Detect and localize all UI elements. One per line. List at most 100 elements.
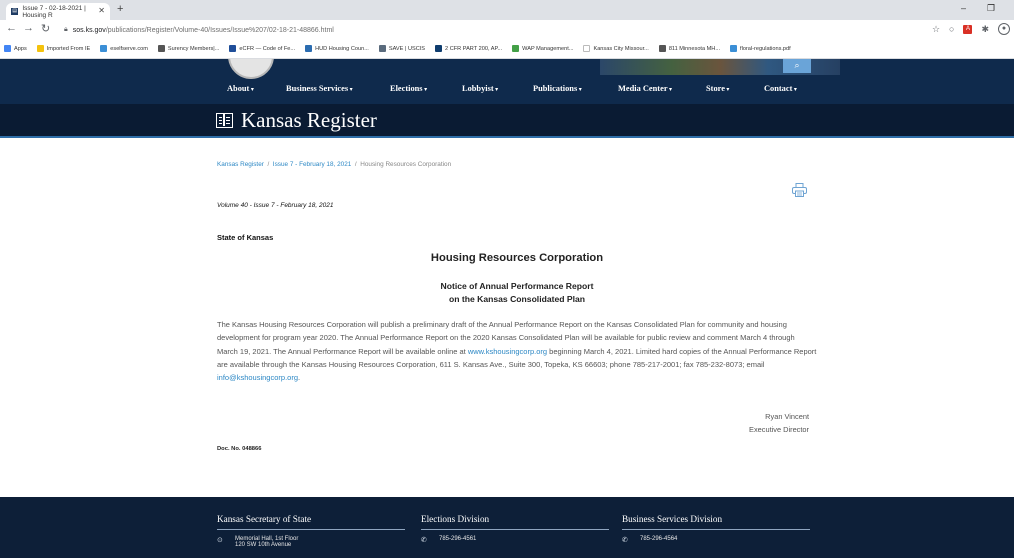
site-icon bbox=[100, 45, 108, 52]
folder-icon bbox=[36, 45, 44, 52]
hud-icon bbox=[305, 45, 313, 52]
back-arrow-icon[interactable]: ← bbox=[6, 22, 17, 34]
forward-arrow-icon[interactable]: → bbox=[23, 22, 34, 34]
site-title: Kansas Register bbox=[241, 108, 377, 132]
state-heading: State of Kansas bbox=[217, 233, 274, 242]
footer-column-business: Business Services Division ✆ 785-296-456… bbox=[622, 514, 810, 544]
menu-item-lobbyist[interactable]: Lobbyist bbox=[462, 84, 498, 93]
globe-icon bbox=[157, 45, 165, 52]
footer-phone[interactable]: ✆ 785-296-4564 bbox=[622, 536, 810, 544]
bookmark-item[interactable]: 811 Minnesota MH... bbox=[658, 45, 721, 52]
bookmark-label: 811 Minnesota MH... bbox=[668, 45, 721, 52]
bookmark-item[interactable]: Imported From IE bbox=[36, 45, 91, 52]
bookmark-item[interactable]: eselfserve.com bbox=[100, 45, 148, 52]
book-open-icon bbox=[216, 113, 233, 128]
bookmark-label: Surency Members|... bbox=[167, 45, 220, 52]
kansas-seal-logo[interactable] bbox=[228, 59, 274, 79]
cfr-icon bbox=[435, 45, 443, 52]
url-domain: sos.ks.gov bbox=[72, 26, 106, 34]
bookmark-label: Apps bbox=[14, 45, 27, 52]
footer-address: ⊙ Memorial Hall, 1st Floor 120 SW 10th A… bbox=[217, 536, 299, 548]
browser-tab-active[interactable]: ▤ Issue 7 - 02-18-2021 | Housing R ✕ bbox=[6, 3, 110, 20]
breadcrumb-separator: / bbox=[354, 161, 357, 168]
bookmark-item[interactable]: Apps bbox=[4, 45, 27, 52]
bookmark-label: HUD Housing Coun... bbox=[315, 45, 369, 52]
lock-icon: 🔒︎ bbox=[64, 26, 68, 33]
browser-address-bar: ← → ↻ 🔒︎ sos.ks.gov/publications/Registe… bbox=[0, 20, 1014, 39]
notice-body: The Kansas Housing Resources Corporation… bbox=[217, 318, 817, 384]
profile-avatar-icon[interactable]: ● bbox=[998, 23, 1010, 35]
menu-item-contact[interactable]: Contact bbox=[764, 84, 797, 93]
breadcrumb-current: Housing Resources Corporation bbox=[360, 161, 452, 168]
menu-item-publications[interactable]: Publications bbox=[533, 84, 582, 93]
main-menu: About Business Services Elections Lobbyist P… bbox=[0, 84, 1014, 102]
bookmark-label: Imported From IE bbox=[46, 45, 91, 52]
pdf-globe-icon bbox=[730, 45, 738, 52]
breadcrumb: Kansas Register / Issue 7 - February 18,… bbox=[217, 161, 451, 168]
breadcrumb-kansas-register[interactable]: Kansas Register bbox=[217, 161, 264, 168]
menu-item-store[interactable]: Store bbox=[706, 84, 729, 93]
signature-block: Ryan Vincent Executive Director bbox=[749, 410, 809, 436]
footer-column-elections: Elections Division ✆ 785-296-4561 bbox=[421, 514, 609, 544]
document-number: Doc. No. 048866 bbox=[217, 446, 262, 452]
extension-circle-icon[interactable]: ○ bbox=[949, 24, 954, 34]
restore-window-icon[interactable]: ❐ bbox=[987, 3, 995, 14]
bookmark-label: WAP Management... bbox=[522, 45, 574, 52]
browser-tab-strip: ▤ Issue 7 - 02-18-2021 | Housing R ✕ + –… bbox=[0, 0, 1014, 20]
notice-body-part3: . bbox=[298, 373, 301, 383]
footer-heading: Kansas Secretary of State bbox=[217, 514, 405, 530]
print-icon[interactable] bbox=[792, 183, 807, 197]
apps-grid-icon bbox=[4, 45, 11, 52]
extensions-puzzle-icon[interactable]: ✱ bbox=[981, 24, 989, 35]
organization-title: Housing Resources Corporation bbox=[430, 252, 604, 264]
bookmark-item[interactable]: WAP Management... bbox=[512, 45, 573, 52]
bookmark-label: eCFR — Code of Fe... bbox=[239, 45, 296, 52]
url-path: /publications/Register/Volume-40/Issues/… bbox=[105, 26, 334, 34]
issue-volume-line: Volume 40 - Issue 7 - February 18, 2021 bbox=[217, 202, 334, 209]
bookmark-item[interactable]: floral-regulations.pdf bbox=[730, 45, 791, 52]
footer-heading: Elections Division bbox=[421, 514, 609, 530]
breadcrumb-issue[interactable]: Issue 7 - February 18, 2021 bbox=[273, 161, 352, 168]
email-link[interactable]: info@kshousingcorp.org bbox=[217, 373, 298, 382]
menu-item-media-center[interactable]: Media Center bbox=[618, 84, 672, 93]
notice-title-line1: Notice of Annual Performance Report bbox=[440, 281, 594, 291]
minimize-window-icon[interactable]: – bbox=[961, 3, 966, 13]
uscis-icon bbox=[378, 45, 386, 52]
footer-phone[interactable]: ✆ 785-296-4561 bbox=[421, 536, 609, 544]
bookmark-star-icon[interactable]: ☆ bbox=[932, 24, 940, 35]
bookmarks-bar: Apps Imported From IE eselfserve.com Surenc… bbox=[0, 39, 1014, 59]
tab-title: Issue 7 - 02-18-2021 | Housing R bbox=[22, 4, 86, 19]
bookmark-item[interactable]: SAVE | USCIS bbox=[378, 45, 425, 52]
extension-toolbar: ☆ ○ A ✱ ● bbox=[932, 23, 1010, 35]
signer-name: Ryan Vincent bbox=[765, 412, 809, 421]
reload-icon[interactable]: ↻ bbox=[41, 22, 50, 35]
notice-title: Notice of Annual Performance Report on t… bbox=[0, 280, 1014, 306]
bookmark-item[interactable]: Kansas City Missour... bbox=[583, 45, 649, 52]
bookmark-label: floral-regulations.pdf bbox=[740, 45, 791, 52]
footer-column-sos: Kansas Secretary of State ⊙ Memorial Hal… bbox=[217, 514, 405, 548]
bookmark-item[interactable]: HUD Housing Coun... bbox=[305, 45, 369, 52]
menu-item-about[interactable]: About bbox=[227, 84, 254, 93]
map-pin-icon: ⊙ bbox=[217, 537, 223, 544]
new-tab-button[interactable]: + bbox=[117, 3, 123, 15]
register-title-bar: Kansas Register bbox=[0, 104, 1014, 138]
bookmark-label: 2 CFR PART 200, AP... bbox=[445, 45, 503, 52]
tab-close-icon[interactable]: ✕ bbox=[98, 6, 105, 15]
phone-icon: ✆ bbox=[622, 537, 628, 544]
breadcrumb-separator: / bbox=[267, 161, 270, 168]
phone-icon: ✆ bbox=[421, 537, 427, 544]
bookmark-label: eselfserve.com bbox=[110, 45, 148, 52]
signer-title: Executive Director bbox=[749, 425, 809, 434]
website-link[interactable]: www.kshousingcorp.org bbox=[468, 347, 547, 356]
adobe-pdf-extension-icon[interactable]: A bbox=[963, 24, 973, 34]
globe-icon bbox=[658, 45, 666, 52]
site-footer: Kansas Secretary of State ⊙ Memorial Hal… bbox=[0, 497, 1014, 558]
site-header: ⌕ About Business Services Elections Lobbyis… bbox=[0, 59, 1014, 104]
menu-item-business-services[interactable]: Business Services bbox=[286, 84, 353, 93]
menu-item-elections[interactable]: Elections bbox=[390, 84, 427, 93]
site-search-button[interactable]: ⌕ bbox=[783, 59, 811, 73]
bookmark-item[interactable]: eCFR — Code of Fe... bbox=[229, 45, 295, 52]
url-field[interactable]: 🔒︎ sos.ks.gov/publications/Register/Volu… bbox=[64, 23, 914, 37]
bookmark-item[interactable]: 2 CFR PART 200, AP... bbox=[435, 45, 502, 52]
bookmark-item[interactable]: Surency Members|... bbox=[157, 45, 220, 52]
